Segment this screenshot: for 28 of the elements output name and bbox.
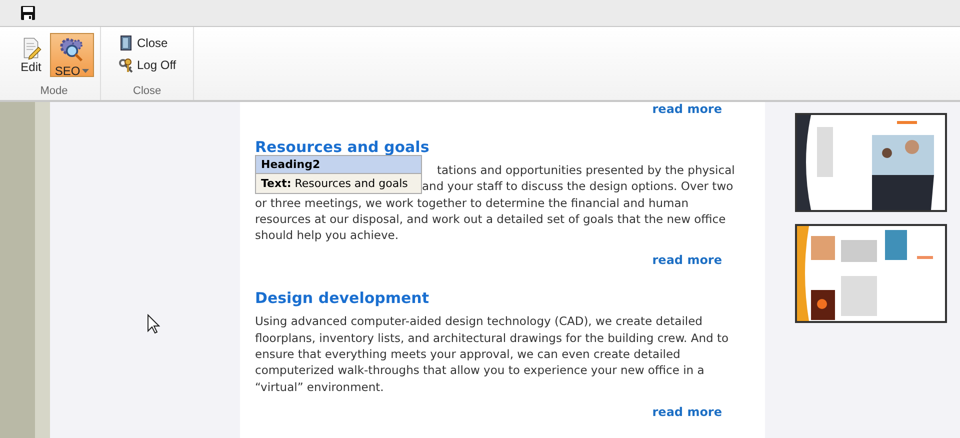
caret-icon — [82, 69, 90, 73]
paragraph-line: Using advanced computer-aided design technology (CAD), we create detailed — [255, 313, 702, 330]
paragraph-line: and your staff to discuss the design options. Over two — [422, 178, 734, 195]
keys-icon — [118, 57, 134, 73]
close-button[interactable]: Close — [115, 33, 180, 53]
seo-button[interactable]: SEO — [50, 33, 94, 77]
section-heading: Resources and goals — [255, 138, 430, 156]
paragraph-line: ensure that everything meets your approval, we can even create detailed — [255, 346, 680, 362]
paragraph-line: floorplans, inventory lists, and architectural drawings for the building crew. And to — [255, 330, 729, 346]
read-more-link[interactable]: read more — [255, 102, 722, 116]
tooltip-text: Text: Resources and goals — [261, 177, 408, 190]
group-label: Close — [132, 85, 162, 99]
door-icon — [118, 35, 134, 51]
group-label: Mode — [39, 85, 69, 99]
paragraph-line: resources at our disposal, and work out a detailed set of goals that the new office — [255, 210, 726, 228]
paragraph-line: should help you achieve. — [255, 227, 399, 244]
section-heading: Design development — [255, 289, 430, 308]
edit-button[interactable]: Edit — [14, 33, 48, 77]
log-off-button[interactable]: Log Off — [115, 55, 180, 75]
read-more-link[interactable]: read more — [255, 404, 722, 419]
mouse-cursor-icon — [147, 314, 160, 334]
paragraph-line: computerized walk-throughs that allow you to experience your new office in a — [255, 362, 704, 379]
read-more-link[interactable]: read more — [255, 253, 722, 268]
paragraph-line: or three meetings, we work together to determine the financial and human — [255, 194, 689, 211]
paragraph-line: tations and opportunities presented by the physical — [437, 162, 735, 178]
paragraph-line: “virtual” environment. — [255, 378, 384, 395]
tooltip-title: Heading2 — [256, 156, 421, 174]
save-icon[interactable] — [20, 5, 36, 21]
